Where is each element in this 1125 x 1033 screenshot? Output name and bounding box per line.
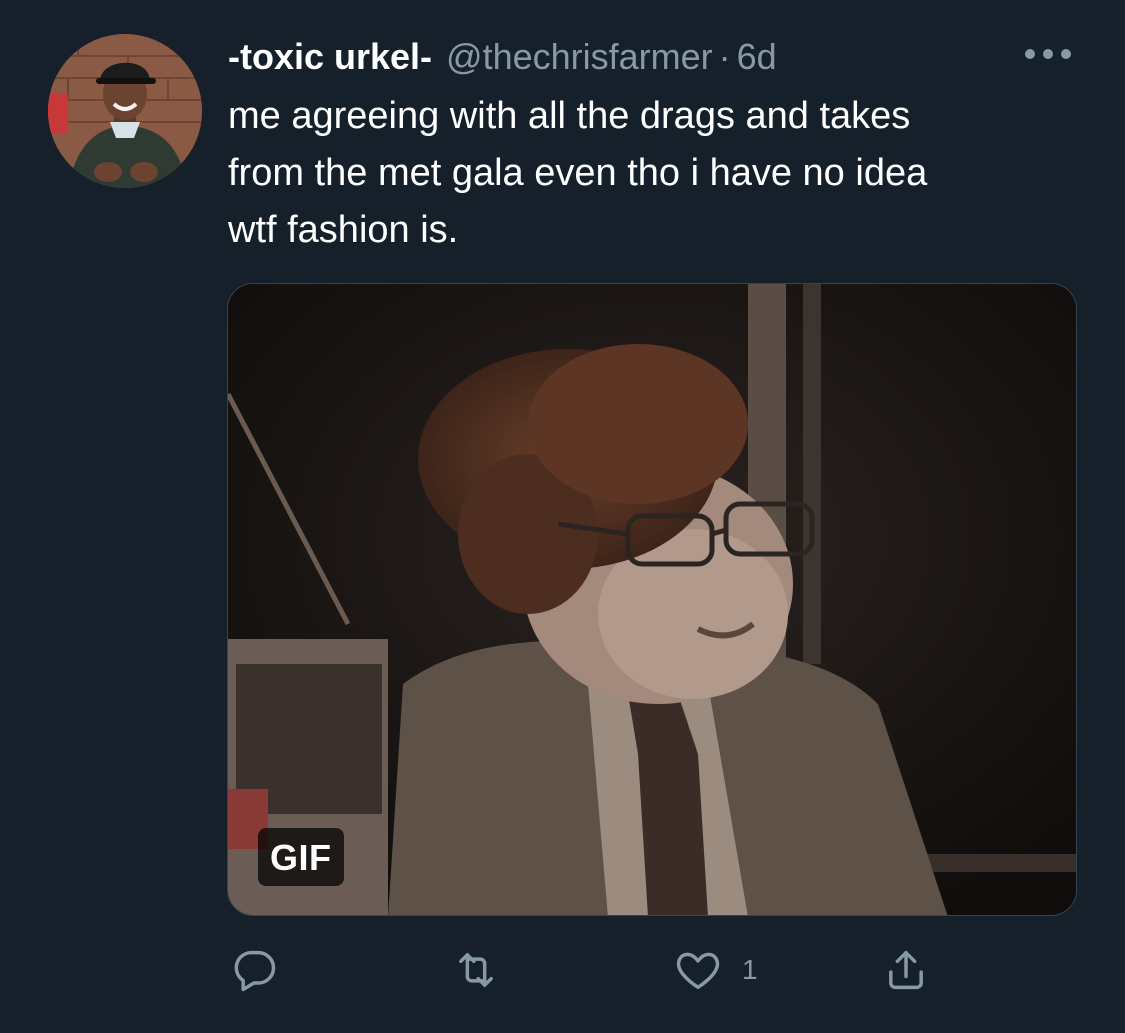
gif-image xyxy=(228,284,1076,915)
retweet-icon xyxy=(459,953,493,987)
more-options-button[interactable] xyxy=(1020,44,1076,64)
tweet-actions: 1 xyxy=(228,940,968,1000)
retweet-button[interactable] xyxy=(450,940,520,1000)
avatar[interactable] xyxy=(48,34,202,188)
reply-icon xyxy=(234,950,276,992)
timestamp[interactable]: 6d xyxy=(737,34,777,80)
gif-badge: GIF xyxy=(258,828,344,886)
share-icon xyxy=(889,950,923,990)
gif-media[interactable]: GIF xyxy=(227,283,1077,916)
reply-button[interactable] xyxy=(228,940,298,1000)
like-button[interactable]: 1 xyxy=(672,940,758,1000)
more-horizontal-icon xyxy=(1025,49,1071,59)
share-button[interactable] xyxy=(880,940,932,1000)
user-handle[interactable]: @thechrisfarmer xyxy=(446,34,713,80)
like-count: 1 xyxy=(742,954,758,985)
tweet-text: me agreeing with all the drags and takes… xyxy=(228,95,928,251)
heart-icon xyxy=(676,952,720,990)
separator-dot: · xyxy=(718,36,731,77)
tweet[interactable]: -toxic urkel- @thechrisfarmer · 6d me ag… xyxy=(0,0,1125,1033)
display-name[interactable]: -toxic urkel- xyxy=(228,34,432,80)
avatar-image xyxy=(48,34,202,188)
tweet-header: -toxic urkel- @thechrisfarmer · 6d xyxy=(228,34,777,80)
